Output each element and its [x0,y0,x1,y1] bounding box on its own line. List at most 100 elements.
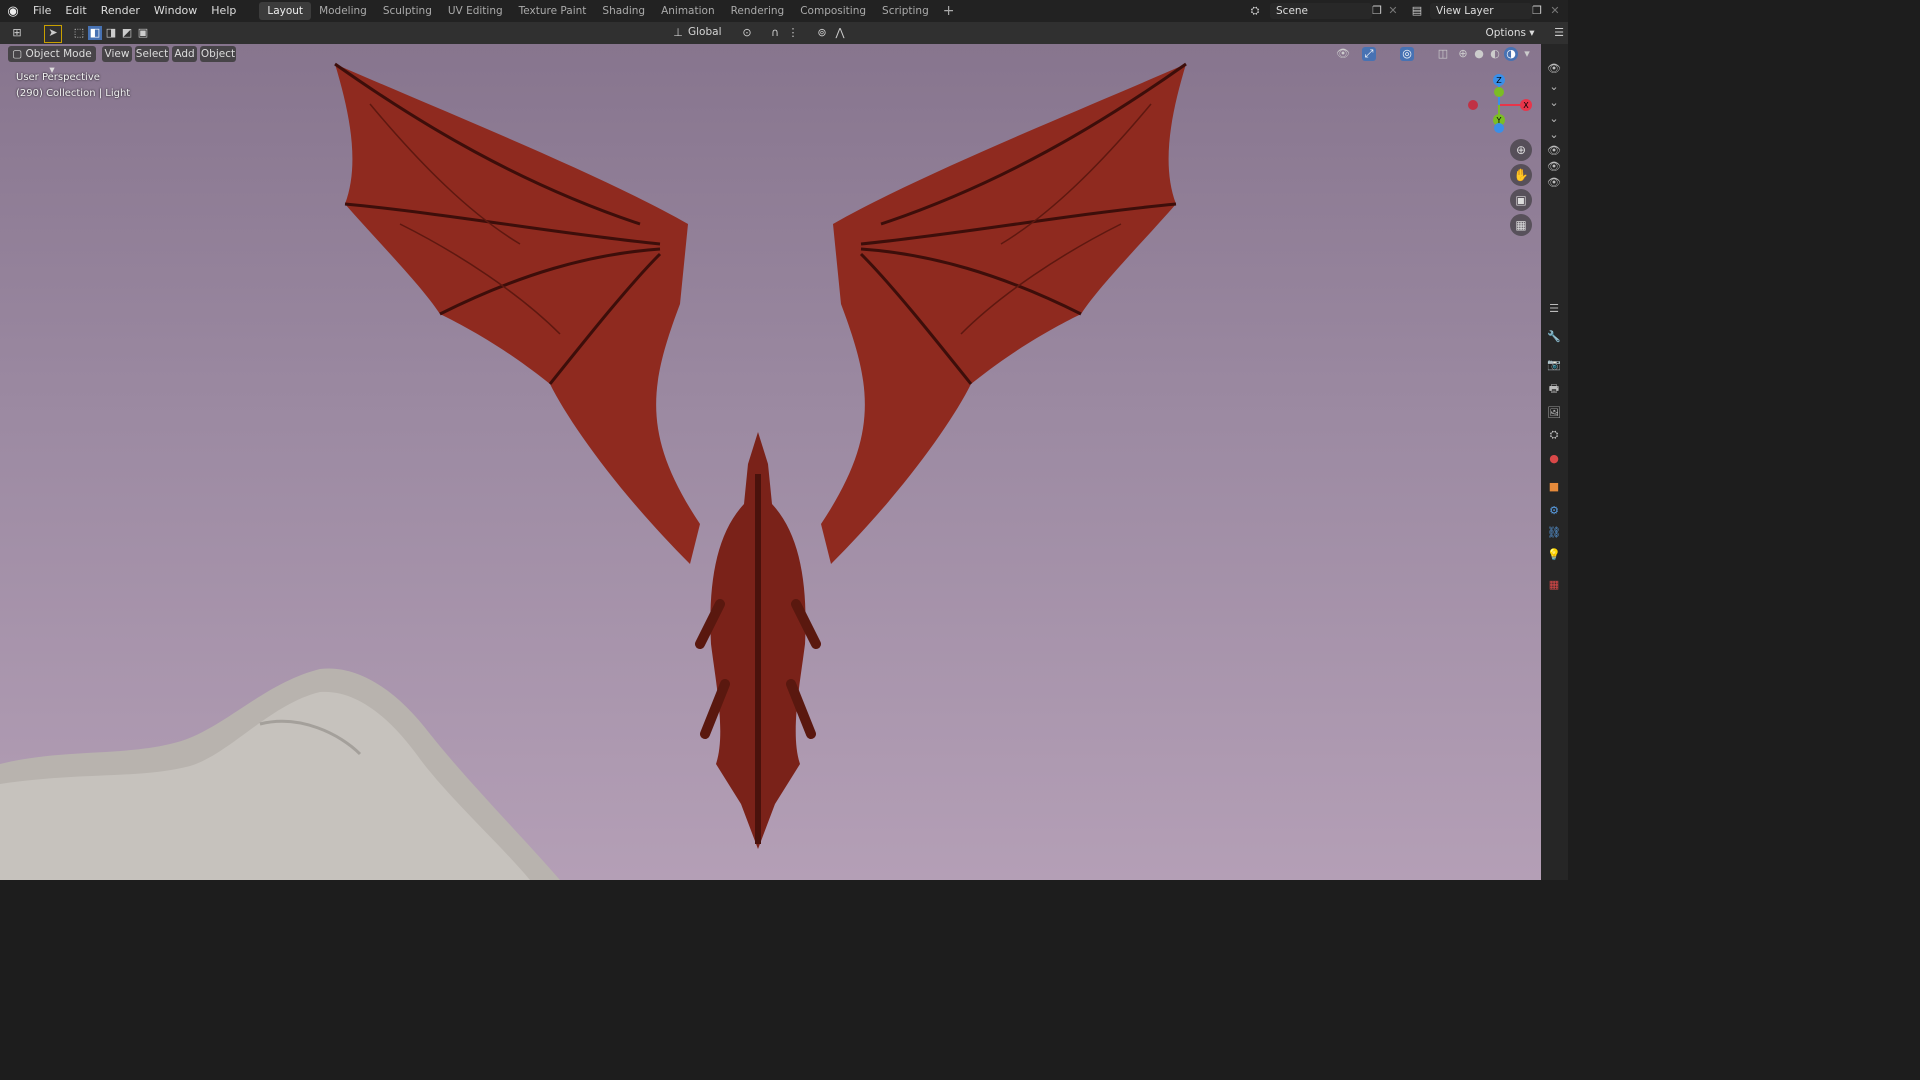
solid-shading-icon[interactable]: ● [1472,47,1486,61]
tab-modeling[interactable]: Modeling [311,2,375,20]
object-menu[interactable]: Object [200,46,236,62]
overlays-toggle-icon[interactable]: ◎ [1400,47,1414,61]
scene-field[interactable]: Scene [1270,3,1372,19]
collapse-icon[interactable]: ⌄ [1547,96,1561,110]
menu-window[interactable]: Window [147,0,204,22]
outliner-toggle-icon[interactable]: ☰ [1552,26,1566,40]
camera-view-icon[interactable]: ▣ [1510,189,1532,211]
tab-uv-editing[interactable]: UV Editing [440,2,511,20]
collapse-icon[interactable]: ⌄ [1547,80,1561,94]
wireframe-shading-icon[interactable]: ⊕ [1456,47,1470,61]
transform-orientation-icon[interactable]: ⊥ [671,26,685,40]
object-mode-icon: ▢ [12,48,26,60]
eye-icon[interactable]: 👁 [1547,160,1561,174]
object-mode-dropdown[interactable]: ▢ Object Mode ▾ [8,46,96,76]
snap-target-icon[interactable]: ⋮ [786,26,800,40]
dragon-right-wing [821,62,1187,564]
eye-icon[interactable]: 👁 [1547,144,1561,158]
workspace-tabs: Layout Modeling Sculpting UV Editing Tex… [259,0,960,22]
falloff-icon[interactable]: ⋀ [833,26,847,40]
select-menu[interactable]: Select [135,46,169,62]
gizmo-neg-z [1494,123,1504,133]
tab-sculpting[interactable]: Sculpting [375,2,440,20]
menu-file[interactable]: File [26,0,58,22]
navigation-gizmo[interactable]: X Z Y [1462,72,1541,142]
collapse-icon[interactable]: ⌄ [1547,128,1561,142]
editor-type-icon[interactable]: ⊞ [10,26,24,40]
tab-animation[interactable]: Animation [653,2,723,20]
pivot-point-icon[interactable]: ⊙ [740,26,754,40]
shading-options-icon[interactable]: ▾ [1520,47,1534,61]
eye-icon[interactable]: 👁 [1547,62,1561,76]
gizmo-y [1494,87,1504,97]
select-intersect-mode-icon[interactable]: ▣ [136,26,150,40]
remove-view-layer-icon[interactable]: ✕ [1548,4,1562,18]
snap-icon[interactable]: ∩ [768,26,782,40]
object-menu-label: Object [200,48,236,60]
select-extend-mode-icon[interactable]: ◧ [88,26,102,40]
select-box-mode-icon[interactable]: ⬚ [72,26,86,40]
blender-logo-icon[interactable]: ◉ [0,4,26,19]
remove-scene-icon[interactable]: ✕ [1386,4,1400,18]
object-mode-label: Object Mode [25,48,92,60]
view-layer-field[interactable]: View Layer [1430,3,1532,19]
world-properties-icon[interactable]: ● [1547,452,1561,466]
eye-icon[interactable]: 👁 [1547,176,1561,190]
select-menu-label: Select [135,48,169,60]
tab-shading[interactable]: Shading [594,2,653,20]
modifier-properties-icon[interactable]: ⚙ [1547,504,1561,518]
new-scene-icon[interactable]: ❐ [1370,4,1384,18]
options-label: Options [1485,27,1526,39]
properties-editor-icon[interactable]: ☰ [1547,302,1561,316]
select-invert-mode-icon[interactable]: ◩ [120,26,134,40]
scene-properties-icon[interactable]: ⛭ [1547,428,1561,442]
constraint-properties-icon[interactable]: ⛓ [1547,526,1561,540]
new-view-layer-icon[interactable]: ❐ [1530,4,1544,18]
light-data-properties-icon[interactable]: 💡 [1547,548,1561,562]
xray-toggle-icon[interactable]: ◫ [1436,47,1450,61]
rendered-shading-icon[interactable]: ◑ [1504,47,1518,61]
view-menu-label: View [104,48,130,60]
options-button[interactable]: Options ▾ [1484,25,1536,41]
ortho-grid-icon[interactable]: ▦ [1510,214,1532,236]
top-bar: ◉ File Edit Render Window Help Layout Mo… [0,0,1568,22]
object-properties-icon[interactable]: ■ [1547,480,1561,494]
3d-viewport[interactable]: ▢ Object Mode ▾ View Select Add Object 👁… [0,44,1541,880]
view-layer-properties-icon[interactable]: 🖼 [1547,406,1561,420]
add-menu[interactable]: Add [172,46,197,62]
collapse-icon[interactable]: ⌄ [1547,112,1561,126]
dragon-left-wing [334,62,700,564]
menu-render[interactable]: Render [94,0,147,22]
pan-hand-icon[interactable]: ✋ [1510,164,1532,186]
menu-edit[interactable]: Edit [58,0,93,22]
gizmo-neg-x [1468,100,1478,110]
main-menu: File Edit Render Window Help [26,0,243,22]
gizmo-z-label: Z [1496,76,1502,85]
transform-orientation-value[interactable]: Global [688,26,722,38]
view-menu[interactable]: View [102,46,132,62]
menu-help[interactable]: Help [204,0,243,22]
select-tool-icon[interactable]: ➤ [44,25,62,43]
view-layer-icon[interactable]: ▤ [1410,4,1424,18]
tab-layout[interactable]: Layout [259,2,312,20]
tab-rendering[interactable]: Rendering [723,2,793,20]
select-subtract-mode-icon[interactable]: ◨ [104,26,118,40]
scene-selector-icon[interactable]: ⛭ [1248,4,1262,18]
output-properties-icon[interactable]: 🖶 [1547,382,1561,396]
zoom-icon[interactable]: ⊕ [1510,139,1532,161]
right-sidebar: 👁 ⌄ ⌄ ⌄ ⌄ 👁 👁 👁 ☰ 🔧 📷 🖶 🖼 ⛭ ● ■ ⚙ ⛓ 💡 ▦ [1541,44,1568,880]
tool-header: ⊞ ➤ ⬚ ◧ ◨ ◩ ▣ ⊥ Global ⊙ ∩ ⋮ ⊚ ⋀ Options… [0,22,1568,44]
material-shading-icon[interactable]: ◐ [1488,47,1502,61]
gizmo-toggle-icon[interactable]: ⤢ [1362,47,1376,61]
visibility-filter-icon[interactable]: 👁 [1336,47,1350,61]
texture-properties-icon[interactable]: ▦ [1547,578,1561,592]
add-workspace-button[interactable]: + [937,3,961,19]
tool-properties-icon[interactable]: 🔧 [1547,330,1561,344]
perspective-label: User Perspective [16,72,100,83]
tab-compositing[interactable]: Compositing [792,2,874,20]
proportional-editing-icon[interactable]: ⊚ [815,26,829,40]
tab-texture-paint[interactable]: Texture Paint [511,2,595,20]
collection-label: (290) Collection | Light [16,88,131,99]
render-properties-icon[interactable]: 📷 [1547,358,1561,372]
tab-scripting[interactable]: Scripting [874,2,937,20]
